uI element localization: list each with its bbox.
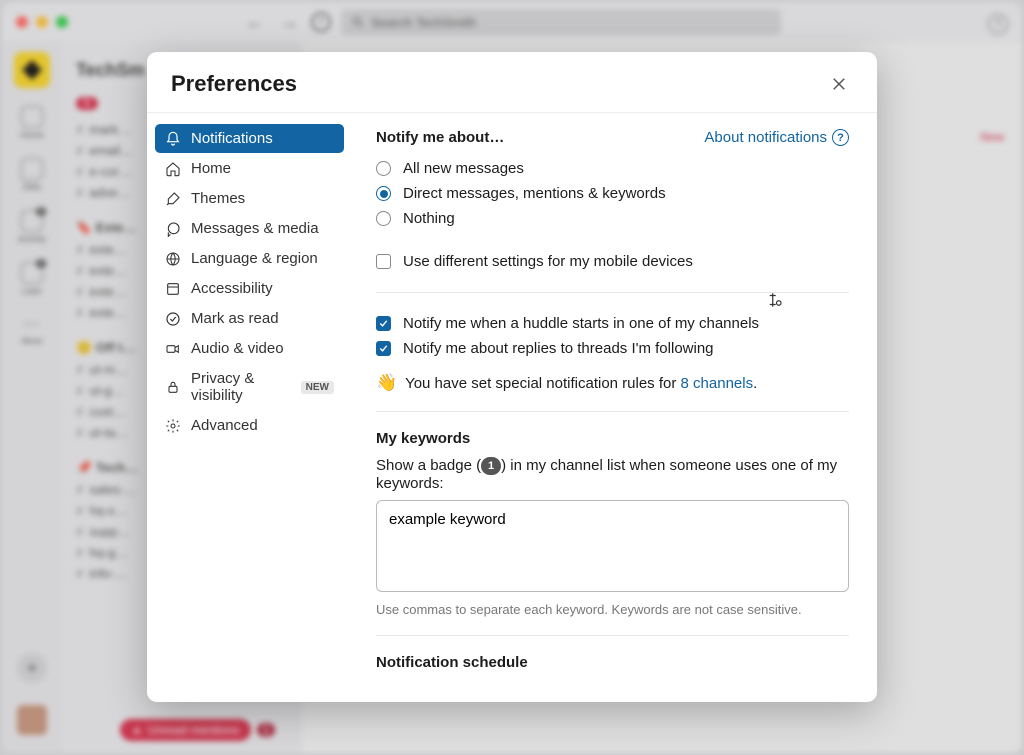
checkbox-icon xyxy=(376,254,391,269)
sidebar-item-label: Notifications xyxy=(191,130,273,147)
sidebar-item-label: Language & region xyxy=(191,250,318,267)
globe-icon xyxy=(165,251,181,267)
about-link-label: About notifications xyxy=(704,129,827,146)
checkbox-mobile-settings[interactable]: Use different settings for my mobile dev… xyxy=(376,249,849,274)
checkbox-label: Notify me when a huddle starts in one of… xyxy=(403,315,759,332)
radio-all-messages[interactable]: All new messages xyxy=(376,156,849,181)
preferences-modal: Preferences Notifications Home Themes Me… xyxy=(147,52,877,702)
radio-icon xyxy=(376,161,391,176)
close-button[interactable] xyxy=(825,70,853,98)
keywords-heading: My keywords xyxy=(376,430,849,447)
gear-icon xyxy=(165,418,181,434)
lock-icon xyxy=(165,379,181,395)
brush-icon xyxy=(165,191,181,207)
section-divider xyxy=(376,292,849,293)
channels-link[interactable]: 8 channels xyxy=(681,375,754,392)
sidebar-item-home[interactable]: Home xyxy=(155,154,344,183)
keywords-description: Show a badge (1) in my channel list when… xyxy=(376,457,849,492)
checkbox-huddle-notify[interactable]: Notify me when a huddle starts in one of… xyxy=(376,311,849,336)
sidebar-item-messages-media[interactable]: Messages & media xyxy=(155,214,344,243)
sidebar-item-label: Themes xyxy=(191,190,245,207)
preferences-sidebar: Notifications Home Themes Messages & med… xyxy=(147,113,352,702)
checkbox-icon xyxy=(376,316,391,331)
close-icon xyxy=(830,75,848,93)
keywords-hint: Use commas to separate each keyword. Key… xyxy=(376,602,849,617)
schedule-heading: Notification schedule xyxy=(376,654,849,671)
radio-label: Nothing xyxy=(403,210,455,227)
section-divider xyxy=(376,635,849,636)
checkbox-thread-replies[interactable]: Notify me about replies to threads I'm f… xyxy=(376,336,849,361)
new-badge: NEW xyxy=(301,381,334,394)
sidebar-item-label: Messages & media xyxy=(191,220,319,237)
sidebar-item-label: Accessibility xyxy=(191,280,273,297)
radio-label: Direct messages, mentions & keywords xyxy=(403,185,666,202)
keywords-textarea[interactable]: example keyword xyxy=(376,500,849,592)
checkbox-icon xyxy=(376,341,391,356)
sidebar-item-label: Audio & video xyxy=(191,340,284,357)
bell-icon xyxy=(165,131,181,147)
preferences-content: Notify me about… About notifications ? A… xyxy=(352,113,877,702)
sidebar-item-audio-video[interactable]: Audio & video xyxy=(155,334,344,363)
modal-title: Preferences xyxy=(171,71,297,97)
section-divider xyxy=(376,411,849,412)
sidebar-item-accessibility[interactable]: Accessibility xyxy=(155,274,344,303)
accessibility-icon xyxy=(165,281,181,297)
home-icon xyxy=(165,161,181,177)
sidebar-item-mark-as-read[interactable]: Mark as read xyxy=(155,304,344,333)
sidebar-item-label: Home xyxy=(191,160,231,177)
video-icon xyxy=(165,341,181,357)
sidebar-item-label: Privacy & visibility xyxy=(191,370,289,404)
radio-nothing[interactable]: Nothing xyxy=(376,206,849,231)
sidebar-item-label: Advanced xyxy=(191,417,258,434)
badge-demo-icon: 1 xyxy=(481,457,501,475)
sidebar-item-advanced[interactable]: Advanced xyxy=(155,411,344,440)
radio-icon xyxy=(376,211,391,226)
about-notifications-link[interactable]: About notifications ? xyxy=(704,129,849,146)
sidebar-item-privacy-visibility[interactable]: Privacy & visibility NEW xyxy=(155,364,344,410)
radio-icon xyxy=(376,186,391,201)
sidebar-item-notifications[interactable]: Notifications xyxy=(155,124,344,153)
checkbox-label: Notify me about replies to threads I'm f… xyxy=(403,340,714,357)
sidebar-item-label: Mark as read xyxy=(191,310,279,327)
question-circle-icon: ? xyxy=(832,129,849,146)
modal-header: Preferences xyxy=(147,52,877,113)
wave-icon: 👋 xyxy=(376,373,397,392)
radio-label: All new messages xyxy=(403,160,524,177)
radio-dm-mentions[interactable]: Direct messages, mentions & keywords xyxy=(376,181,849,206)
notify-heading: Notify me about… xyxy=(376,129,504,146)
sidebar-item-language-region[interactable]: Language & region xyxy=(155,244,344,273)
message-icon xyxy=(165,221,181,237)
checkbox-label: Use different settings for my mobile dev… xyxy=(403,253,693,270)
checkmark-circle-icon xyxy=(165,311,181,327)
special-rules-note: 👋 You have set special notification rule… xyxy=(376,373,849,393)
sidebar-item-themes[interactable]: Themes xyxy=(155,184,344,213)
